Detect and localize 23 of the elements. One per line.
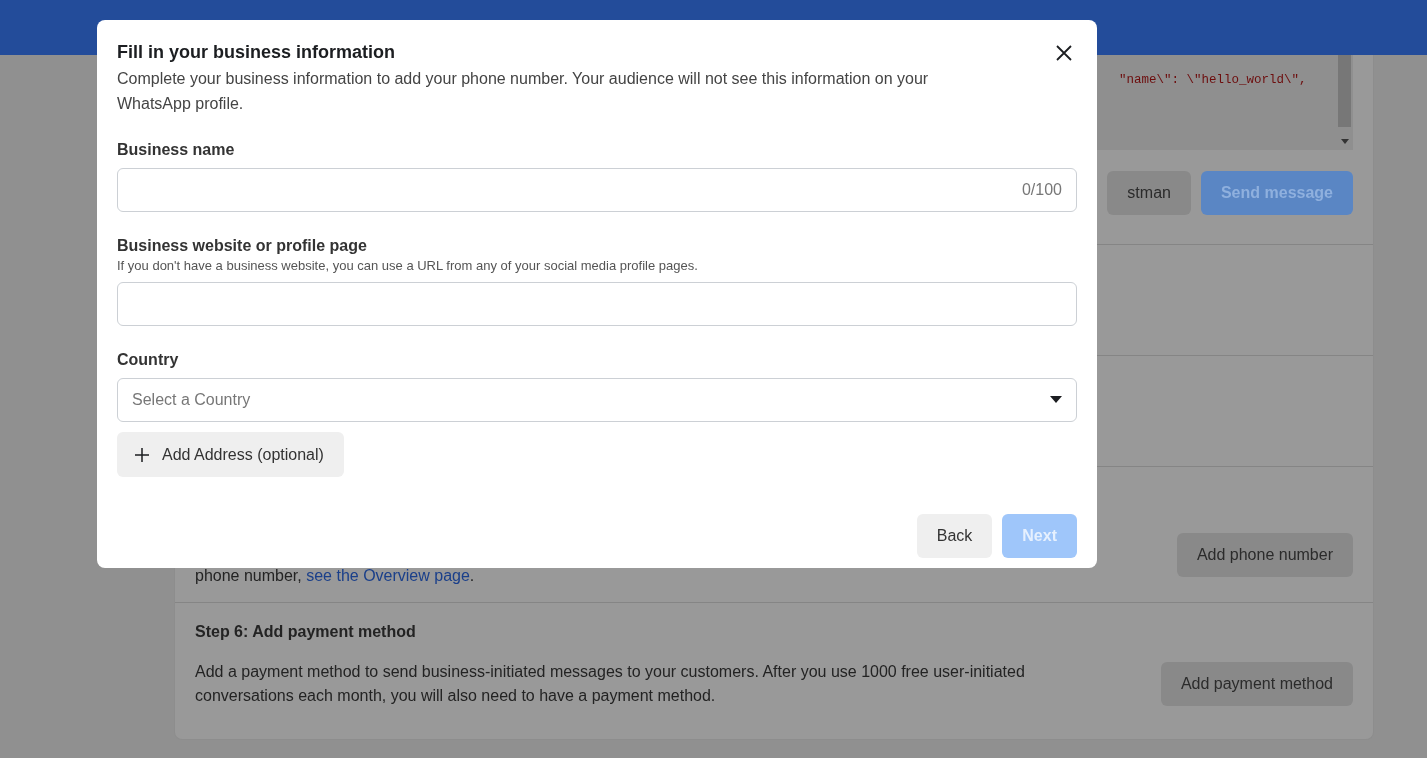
plus-icon bbox=[135, 447, 149, 462]
field-helper-text: If you don't have a business website, you can use a URL from any of your social media profile pages. bbox=[117, 258, 699, 274]
field-label: Country bbox=[117, 350, 180, 370]
dialog-description: Complete your business information to add your phone number. Your audience will not see this information on your WhatsApp profile. bbox=[117, 69, 930, 114]
overview-link[interactable]: see the Overview page bbox=[306, 567, 470, 584]
field-label: Business website or profile page bbox=[117, 236, 368, 256]
action-button[interactable]: stman bbox=[1107, 171, 1191, 215]
country-dropdown[interactable]: Select a Country bbox=[117, 378, 1077, 422]
add-address-button[interactable]: Add Address (optional) bbox=[117, 432, 344, 477]
step-title: Step 6: Add payment method bbox=[195, 623, 417, 641]
text-input-field[interactable] bbox=[117, 282, 1077, 326]
character-counter: 0/100 bbox=[1021, 181, 1062, 199]
text-input-field[interactable]: 0/100 bbox=[117, 168, 1077, 212]
dialog-button[interactable]: Back bbox=[916, 514, 993, 558]
add-payment-method-button[interactable]: Add payment method bbox=[1160, 662, 1353, 706]
caret-icon bbox=[1050, 396, 1062, 404]
step-description: phone number, see the Overview page. bbox=[195, 567, 475, 585]
step-description: Add a payment method to send business-initiated messages to your customers. After you use 1000 free user-initiated conversations each month, you will also need to have a payment method. bbox=[195, 662, 1026, 706]
field-label: Business name bbox=[117, 140, 236, 160]
code-line: "name\": \"hello_world\", bbox=[1119, 73, 1307, 87]
dialog-title: Fill in your business information bbox=[117, 41, 397, 64]
close-icon[interactable] bbox=[1056, 45, 1072, 61]
add-phone-number-button[interactable]: Add phone number bbox=[1176, 533, 1353, 577]
